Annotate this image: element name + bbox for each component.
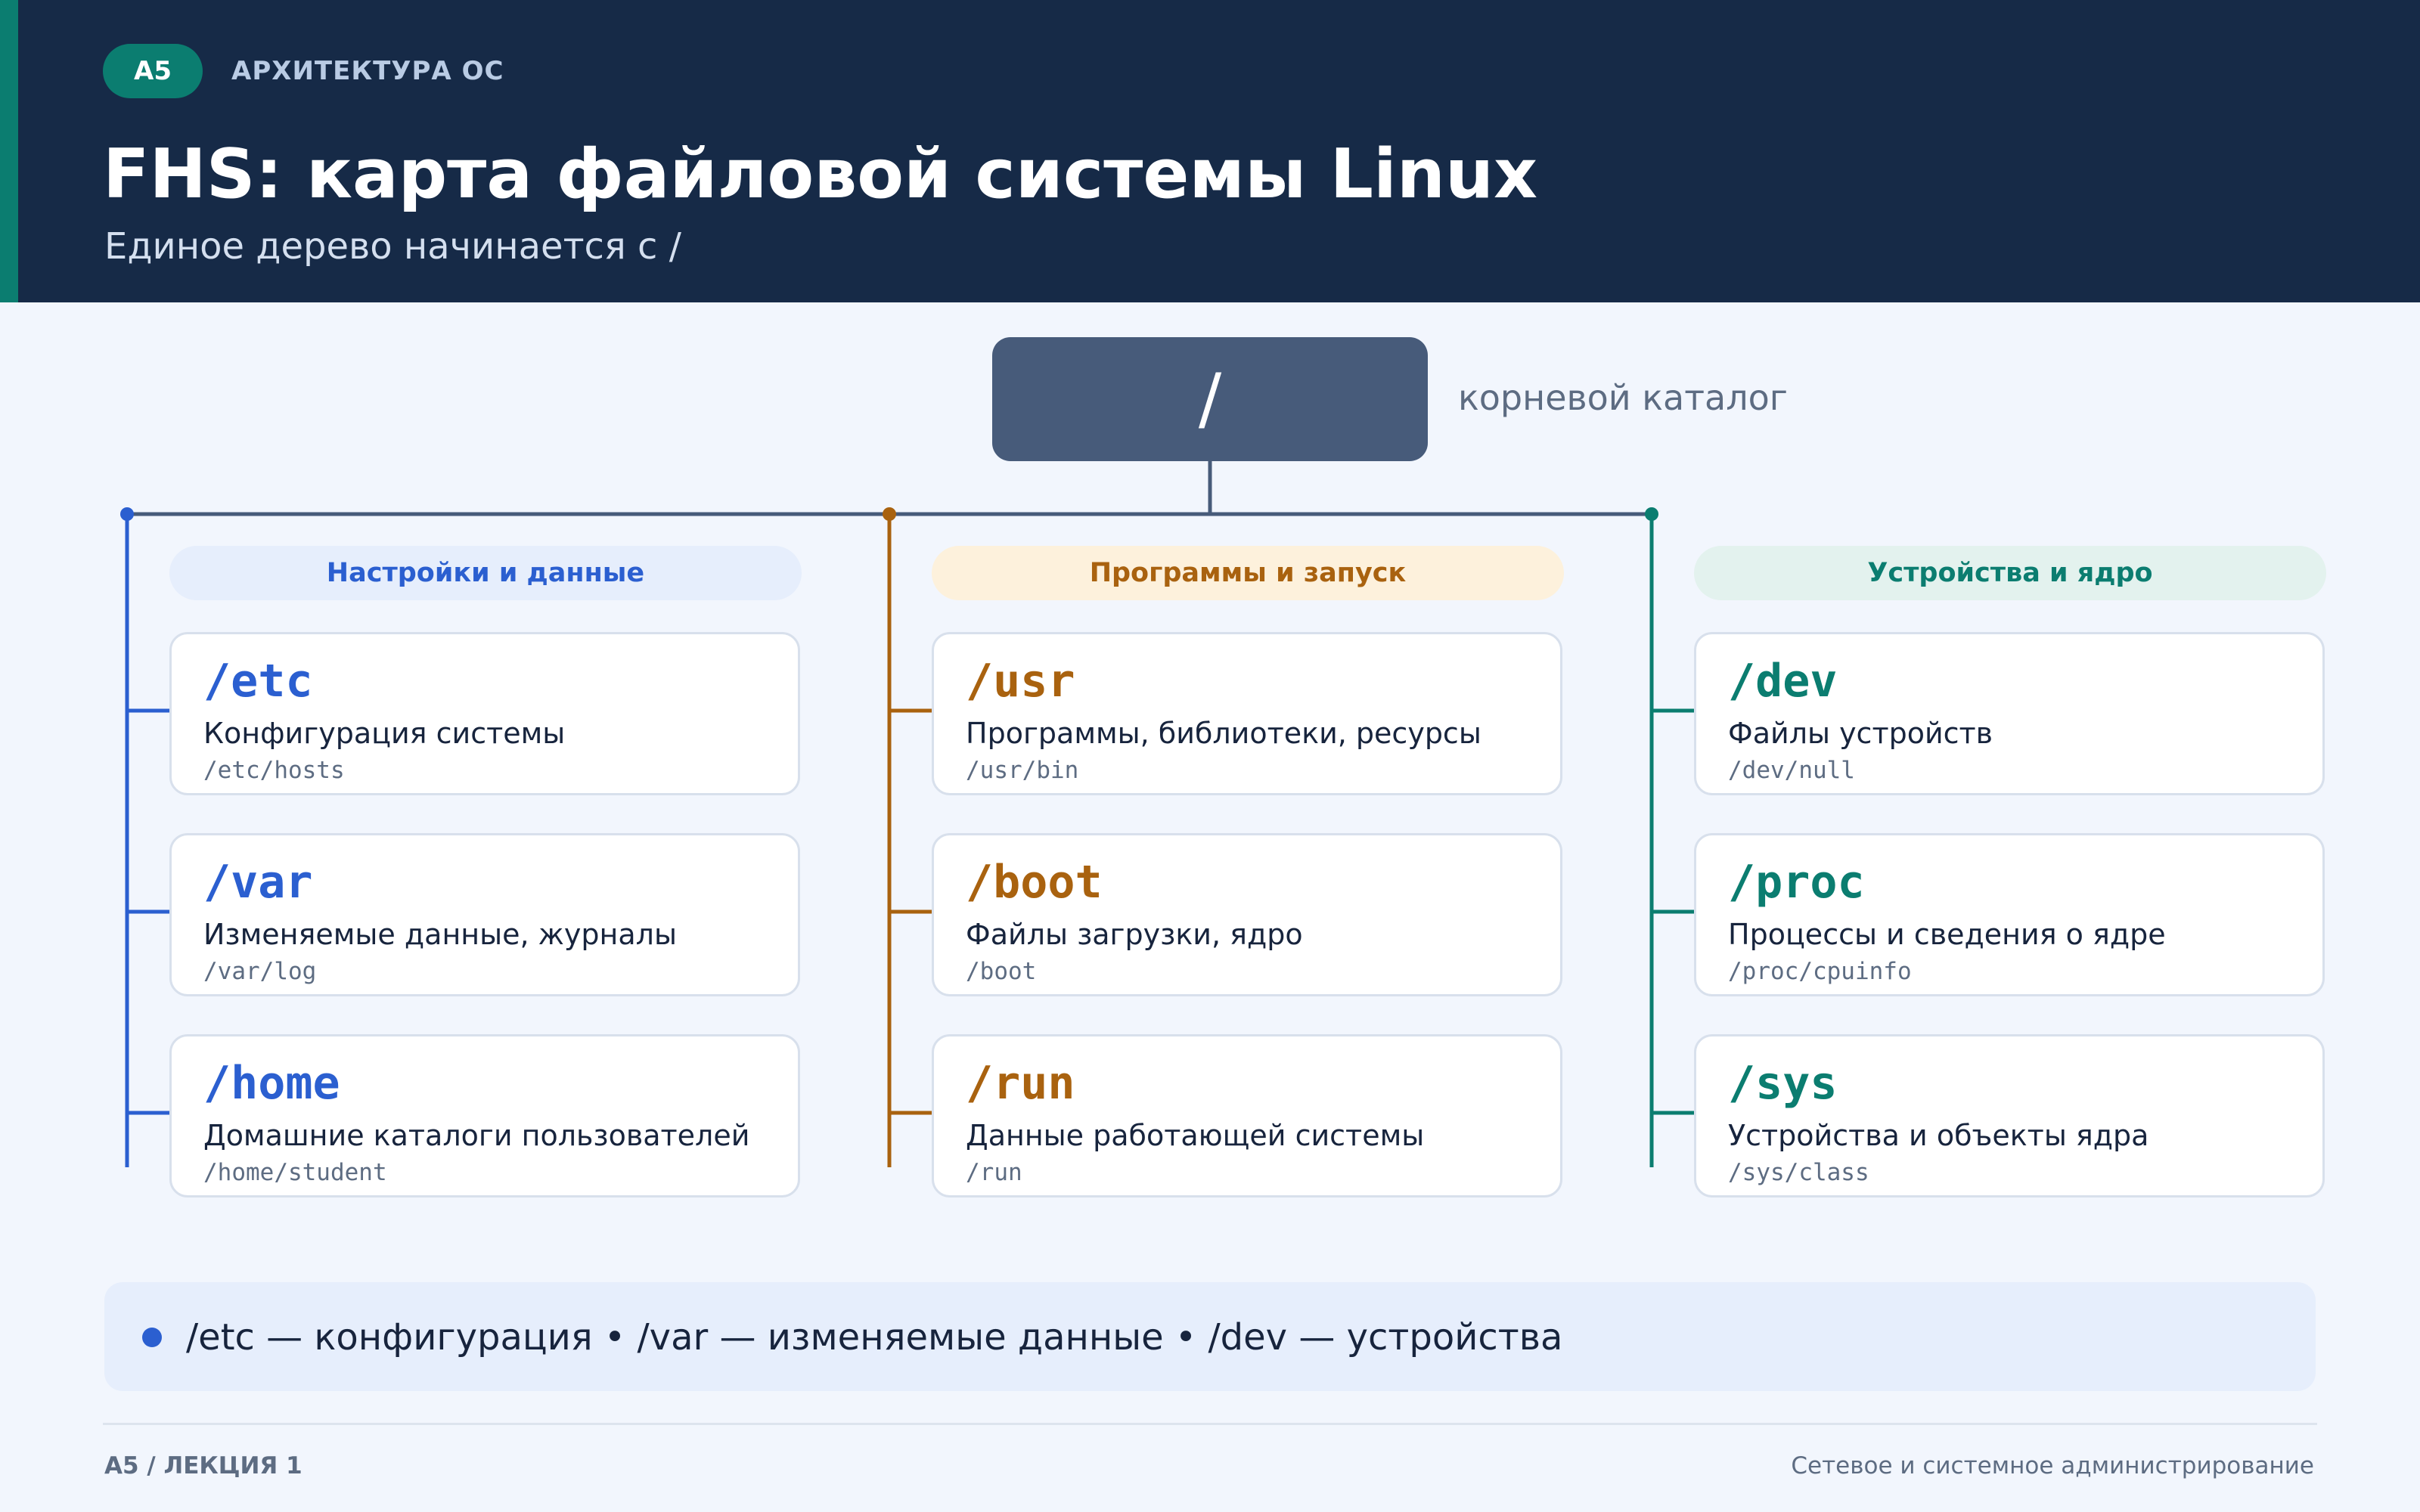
footer-course: Сетевое и системное администрирование [1791,1452,2314,1479]
category-pill: Устройства и ядро [1694,546,2326,600]
directory-card: /home Домашние каталоги пользователей/hom… [169,1034,800,1198]
directory-example: /usr/bin [966,757,1079,784]
root-node: / [992,337,1428,461]
directory-card: /proc Процессы и сведения о ядре/proc/cpu… [1694,833,2325,996]
directory-path: /var [203,856,313,909]
directory-description: Файлы загрузки, ядро [966,918,1303,951]
directory-description: Изменяемые данные, журналы [203,918,677,951]
directory-card: /sys Устройства и объекты ядра/sys/class [1694,1034,2325,1198]
directory-description: Конфигурация системы [203,717,566,750]
directory-card: /boot Файлы загрузки, ядро/boot [932,833,1562,996]
directory-example: /proc/cpuinfo [1728,958,1912,985]
footer-divider [103,1423,2317,1425]
directory-example: /boot [966,958,1037,985]
directory-description: Программы, библиотеки, ресурсы [966,717,1481,750]
directory-path: /usr [966,655,1075,708]
directory-path: /proc [1728,856,1865,909]
directory-description: Домашние каталоги пользователей [203,1119,750,1152]
directory-description: Данные работающей системы [966,1119,1425,1152]
directory-card: /var Изменяемые данные, журналы/var/log [169,833,800,996]
directory-description: Процессы и сведения о ядре [1728,918,2166,951]
directory-card: /usr Программы, библиотеки, ресурсы/usr/b… [932,632,1562,795]
summary-box: /etc — конфигурация • /var — изменяемые … [104,1282,2316,1391]
directory-description: Файлы устройств [1728,717,1993,750]
directory-path: /dev [1728,655,1838,708]
directory-path: /etc [203,655,313,708]
directory-card: /run Данные работающей системы/run [932,1034,1562,1198]
category-pill: Настройки и данные [169,546,802,600]
summary-text: /etc — конфигурация • /var — изменяемые … [186,1316,1563,1359]
directory-path: /sys [1728,1057,1838,1110]
directory-path: /home [203,1057,340,1110]
summary-bullet-icon [142,1328,162,1347]
directory-description: Устройства и объекты ядра [1728,1119,2149,1152]
directory-card: /etc Конфигурация системы/etc/hosts [169,632,800,795]
directory-path: /run [966,1057,1075,1110]
directory-example: /dev/null [1728,757,1855,784]
directory-example: /etc/hosts [203,757,345,784]
root-caption: корневой каталог [1458,377,1788,418]
category-pill: Программы и запуск [932,546,1564,600]
directory-example: /sys/class [1728,1159,1869,1186]
directory-path: /boot [966,856,1103,909]
directory-example: /home/student [203,1159,387,1186]
directory-example: /run [966,1159,1022,1186]
directory-example: /var/log [203,958,317,985]
footer-lesson: A5 / ЛЕКЦИЯ 1 [104,1452,302,1479]
directory-card: /dev Файлы устройств/dev/null [1694,632,2325,795]
